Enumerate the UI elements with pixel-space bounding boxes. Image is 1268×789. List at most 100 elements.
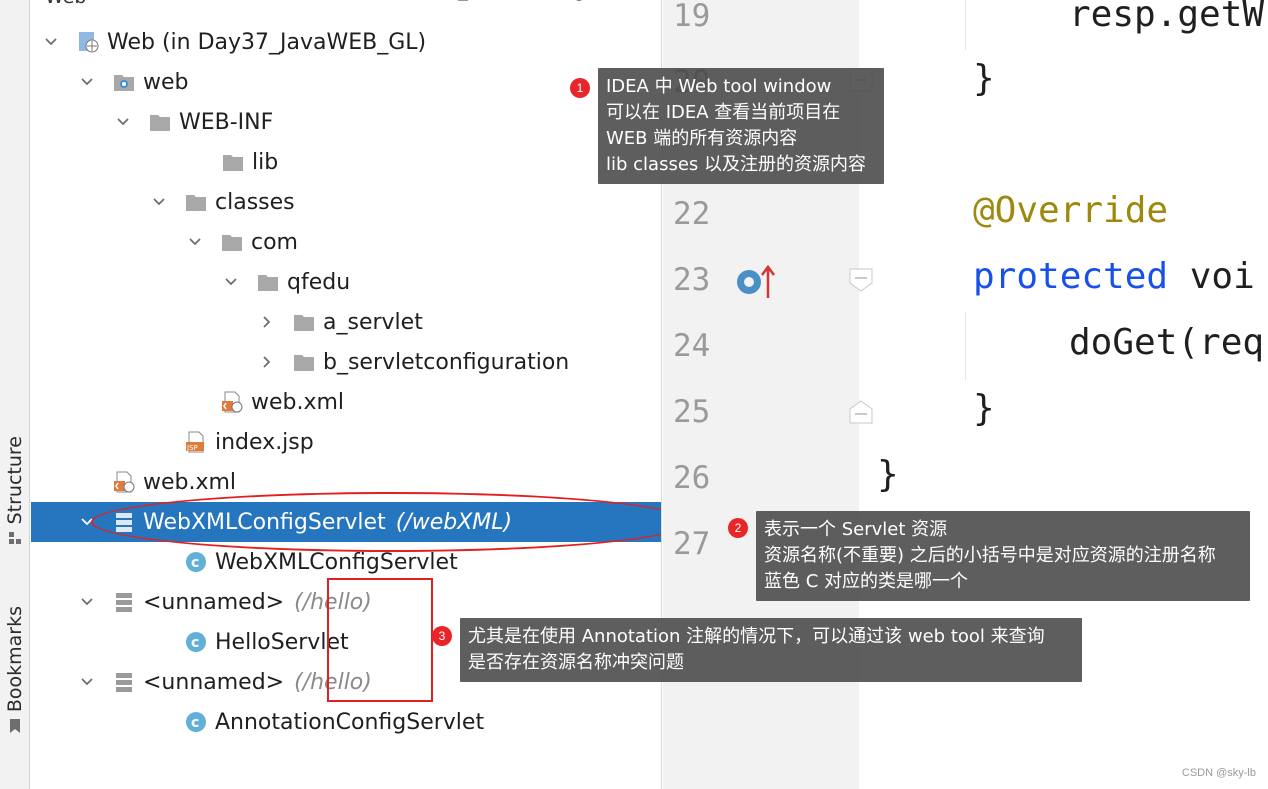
tree-row[interactable]: a_servlet — [31, 302, 661, 342]
chevron-down-icon[interactable] — [221, 272, 241, 292]
chevron-down-icon[interactable] — [77, 72, 97, 92]
tree-row-label: classes — [215, 189, 295, 215]
tree-row-label: com — [251, 229, 298, 255]
tree-row-label: WebXMLConfigServlet — [215, 549, 458, 575]
tree-row-label: WEB-INF — [179, 109, 274, 135]
callout-badge: 1 — [570, 78, 590, 98]
code-line-26: } — [877, 454, 899, 495]
folder-icon — [222, 151, 244, 173]
tree-row[interactable]: qfedu — [31, 262, 661, 302]
highlight-ellipse — [91, 492, 661, 552]
code-line-22: @Override — [973, 190, 1169, 231]
highlight-box — [327, 578, 433, 702]
structure-tab-label: Structure — [4, 436, 26, 525]
folder-icon — [185, 191, 207, 213]
callout-line: 尤其是在使用 Annotation 注解的情况下，可以通过该 web tool … — [468, 626, 1045, 647]
chevron-down-icon[interactable] — [77, 672, 97, 692]
line-number: 19 — [673, 0, 711, 34]
tree-row-label: Web (in Day37_JavaWEB_GL) — [107, 29, 427, 55]
code-line-24: doGet(req — [1069, 322, 1265, 363]
indent-guide — [965, 312, 966, 380]
tree-row-label: web.xml — [143, 469, 237, 495]
line-number: 27 — [673, 526, 711, 562]
tree-row[interactable]: lib — [31, 142, 661, 182]
callout-line: 是否存在资源名称冲突问题 — [468, 652, 684, 673]
callout-badge: 3 — [432, 626, 452, 646]
tree-row-label: <unnamed> — [143, 669, 285, 695]
tool-window-header: Web — [31, 0, 661, 8]
callout-line: lib classes 以及注册的资源内容 — [606, 154, 867, 175]
folder-icon — [221, 231, 243, 253]
callout-line: 可以在 IDEA 查看当前项目在 — [606, 102, 841, 123]
svg-text:JSP: JSP — [186, 444, 198, 452]
code-line-25: } — [973, 388, 995, 429]
bookmarks-tab[interactable]: Bookmarks — [0, 606, 30, 734]
xml-file-icon — [221, 391, 243, 413]
tree-row-label: web.xml — [251, 389, 345, 415]
tree-row[interactable]: com — [31, 222, 661, 262]
tree-row[interactable]: Web (in Day37_JavaWEB_GL) — [31, 22, 661, 62]
expand-icon[interactable] — [507, 0, 523, 4]
callout-1: IDEA 中 Web tool window 可以在 IDEA 查看当前项目在 … — [598, 68, 884, 184]
chevron-down-icon[interactable] — [41, 32, 61, 52]
tree-row-label: a_servlet — [323, 309, 423, 335]
tree-row-label: lib — [252, 149, 279, 175]
servlet-icon — [113, 591, 135, 613]
fold-marker-icon[interactable] — [847, 398, 875, 426]
collapse-all-icon[interactable] — [455, 0, 471, 4]
chevron-right-icon[interactable] — [257, 312, 277, 332]
web-root-folder-icon — [113, 71, 135, 93]
tree-row-label: web — [143, 69, 189, 95]
tree-row[interactable]: c AnnotationConfigServlet — [31, 702, 661, 742]
tree-row[interactable]: WEB-INF — [31, 102, 661, 142]
callout-line: 蓝色 C 对应的类是哪一个 — [764, 571, 969, 592]
code-text: voi — [1168, 256, 1255, 297]
gear-icon[interactable] — [571, 0, 587, 4]
bookmark-icon — [10, 719, 20, 734]
tree-row[interactable]: web.xml — [31, 382, 661, 422]
class-icon: c — [185, 711, 207, 733]
structure-icon — [9, 532, 21, 545]
tree-row-label: index.jsp — [215, 429, 314, 455]
svg-text:c: c — [191, 555, 199, 571]
tree-row-label: b_servletconfiguration — [323, 349, 570, 375]
tree-row[interactable]: JSP index.jsp — [31, 422, 661, 462]
folder-icon — [257, 271, 279, 293]
tree-row[interactable]: web — [31, 62, 661, 102]
tree-row[interactable]: classes — [31, 182, 661, 222]
tool-window-title: Web — [45, 0, 86, 8]
jsp-file-icon: JSP — [185, 431, 207, 453]
web-facet-icon — [77, 31, 99, 53]
line-number: 24 — [673, 328, 711, 364]
code-line-19: resp.getW — [1069, 0, 1265, 35]
chevron-right-icon[interactable] — [257, 352, 277, 372]
callout-line: 资源名称(不重要) 之后的小括号中是对应资源的注册名称 — [764, 545, 1216, 566]
tree-row-label: qfedu — [287, 269, 351, 295]
tree-row-label: AnnotationConfigServlet — [215, 709, 485, 735]
callout-3: 尤其是在使用 Annotation 注解的情况下，可以通过该 web tool … — [460, 618, 1082, 682]
fold-marker-icon[interactable] — [847, 266, 875, 294]
chevron-down-icon[interactable] — [185, 232, 205, 252]
folder-icon — [149, 111, 171, 133]
folder-icon — [293, 351, 315, 373]
chevron-down-icon[interactable] — [113, 112, 133, 132]
structure-tab[interactable]: Structure — [0, 436, 30, 546]
chevron-down-icon[interactable] — [149, 192, 169, 212]
chevron-down-icon[interactable] — [77, 592, 97, 612]
tree-row[interactable]: b_servletconfiguration — [31, 342, 661, 382]
code-line-23: protected voi — [973, 256, 1255, 297]
indent-guide — [965, 0, 966, 50]
line-number: 26 — [673, 460, 711, 496]
override-marker-icon[interactable] — [733, 262, 779, 302]
callout-2: 表示一个 Servlet 资源 资源名称(不重要) 之后的小括号中是对应资源的注… — [756, 511, 1250, 601]
keyword-protected: protected — [973, 256, 1169, 297]
line-number: 22 — [673, 196, 711, 232]
svg-text:c: c — [191, 715, 199, 731]
bookmarks-tab-label: Bookmarks — [4, 606, 26, 713]
callout-line: IDEA 中 Web tool window — [606, 76, 832, 97]
